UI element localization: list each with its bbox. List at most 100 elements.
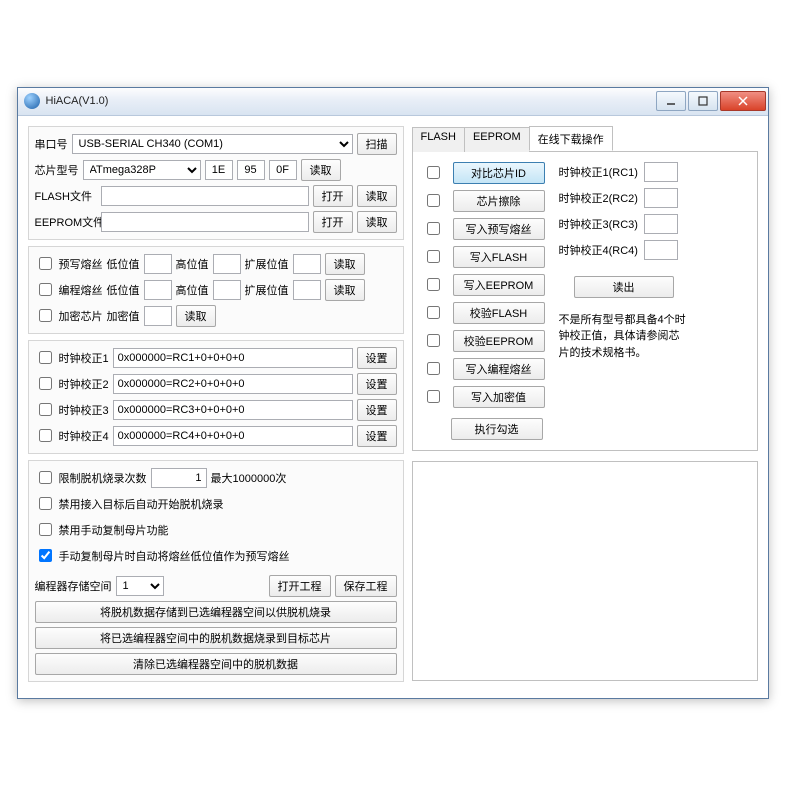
flash-file-input[interactable] xyxy=(101,186,309,206)
opt3-label: 手动复制母片时自动将熔丝低位值作为预写熔丝 xyxy=(59,548,290,564)
maximize-button[interactable] xyxy=(688,91,718,111)
prewrite-high-input[interactable] xyxy=(213,254,241,274)
save-project-button[interactable]: 保存工程 xyxy=(335,575,397,597)
store-offline-button[interactable]: 将脱机数据存储到已选编程器空间以供脱机烧录 xyxy=(35,601,397,623)
read-sig-button[interactable]: 读取 xyxy=(301,159,341,181)
limit-input[interactable] xyxy=(151,468,207,488)
rc-3-input[interactable] xyxy=(644,214,678,234)
op-6-checkbox[interactable] xyxy=(427,334,440,347)
flash-open-button[interactable]: 打开 xyxy=(313,185,353,207)
opt3-checkbox[interactable] xyxy=(39,549,52,562)
rc-2-input[interactable] xyxy=(644,188,678,208)
left-panel: 串口号 USB-SERIAL CH340 (COM1) 扫描 芯片型号 ATme… xyxy=(28,126,404,688)
eeprom-open-button[interactable]: 打开 xyxy=(313,211,353,233)
prewrite-read-button[interactable]: 读取 xyxy=(325,253,365,275)
program-fuse-checkbox[interactable] xyxy=(39,283,52,296)
sig-byte-3[interactable] xyxy=(269,160,297,180)
clear-offline-button[interactable]: 清除已选编程器空间中的脱机数据 xyxy=(35,653,397,675)
rc-read-button[interactable]: 读出 xyxy=(574,276,674,298)
scan-button[interactable]: 扫描 xyxy=(357,133,397,155)
op-8-checkbox[interactable] xyxy=(427,390,440,403)
chip-select[interactable]: ATmega328P xyxy=(83,160,201,180)
clock-1-input[interactable] xyxy=(113,348,353,368)
rc-1-label: 时钟校正1(RC1) xyxy=(559,164,638,180)
close-button[interactable] xyxy=(720,91,766,111)
tab-flash[interactable]: FLASH xyxy=(412,127,465,152)
program-fuse-label: 编程熔丝 xyxy=(59,282,103,298)
lock-value-input[interactable] xyxy=(144,306,172,326)
clock-2-set-button[interactable]: 设置 xyxy=(357,373,397,395)
clock-3-label: 时钟校正3 xyxy=(59,402,109,418)
prewrite-low-input[interactable] xyxy=(144,254,172,274)
lock-checkbox[interactable] xyxy=(39,309,52,322)
op-0-checkbox[interactable] xyxy=(427,166,440,179)
tab-eeprom[interactable]: EEPROM xyxy=(464,127,530,152)
clock-1-set-button[interactable]: 设置 xyxy=(357,347,397,369)
program-low-input[interactable] xyxy=(144,280,172,300)
opt2-checkbox[interactable] xyxy=(39,523,52,536)
op-5-checkbox[interactable] xyxy=(427,306,440,319)
op-3-checkbox[interactable] xyxy=(427,250,440,263)
clock-4-checkbox[interactable] xyxy=(39,429,52,442)
right-panel: FLASH EEPROM 在线下载操作 对比芯片ID 芯片擦除写入预写熔丝写入FL… xyxy=(412,126,758,688)
program-high-input[interactable] xyxy=(213,280,241,300)
tab-online[interactable]: 在线下载操作 xyxy=(529,126,613,151)
clock-4-input[interactable] xyxy=(113,426,353,446)
chip-label: 芯片型号 xyxy=(35,162,79,178)
op-1-checkbox[interactable] xyxy=(427,194,440,207)
ext-label: 扩展位值 xyxy=(245,256,289,272)
op-4-checkbox[interactable] xyxy=(427,278,440,291)
port-select[interactable]: USB-SERIAL CH340 (COM1) xyxy=(72,134,353,154)
open-project-button[interactable]: 打开工程 xyxy=(269,575,331,597)
op-2-button[interactable]: 写入预写熔丝 xyxy=(453,218,545,240)
program-ext-input[interactable] xyxy=(293,280,321,300)
space-select[interactable]: 1 xyxy=(116,576,164,596)
program-read-button[interactable]: 读取 xyxy=(325,279,365,301)
limit-checkbox[interactable] xyxy=(39,471,52,484)
tab-bar: FLASH EEPROM 在线下载操作 xyxy=(412,126,758,152)
op-7-button[interactable]: 写入编程熔丝 xyxy=(453,358,545,380)
rc-4-input[interactable] xyxy=(644,240,678,260)
op-6-button[interactable]: 校验EEPROM xyxy=(453,330,545,352)
op-7-checkbox[interactable] xyxy=(427,362,440,375)
op-3-button[interactable]: 写入FLASH xyxy=(453,246,545,268)
limit-label: 限制脱机烧录次数 xyxy=(59,470,147,486)
clock-4-set-button[interactable]: 设置 xyxy=(357,425,397,447)
op-5-button[interactable]: 校验FLASH xyxy=(453,302,545,324)
tab-pane-online: 对比芯片ID 芯片擦除写入预写熔丝写入FLASH 写入EEPROM 校验FLASH 校验… xyxy=(412,152,758,451)
prewrite-fuse-checkbox[interactable] xyxy=(39,257,52,270)
app-icon xyxy=(24,93,40,109)
sig-byte-1[interactable] xyxy=(205,160,233,180)
prewrite-ext-input[interactable] xyxy=(293,254,321,274)
op-1-button[interactable]: 芯片擦除 xyxy=(453,190,545,212)
opt1-checkbox[interactable] xyxy=(39,497,52,510)
client-area: 串口号 USB-SERIAL CH340 (COM1) 扫描 芯片型号 ATme… xyxy=(18,116,768,698)
minimize-button[interactable] xyxy=(656,91,686,111)
clock-3-set-button[interactable]: 设置 xyxy=(357,399,397,421)
clock-2-checkbox[interactable] xyxy=(39,377,52,390)
titlebar: HiACA(V1.0) xyxy=(18,88,768,116)
sig-byte-2[interactable] xyxy=(237,160,265,180)
op-4-button[interactable]: 写入EEPROM xyxy=(453,274,545,296)
rc-4-label: 时钟校正4(RC4) xyxy=(559,242,638,258)
lock-read-button[interactable]: 读取 xyxy=(176,305,216,327)
window-title: HiACA(V1.0) xyxy=(46,95,654,107)
rc-1-input[interactable] xyxy=(644,162,678,182)
clock-2-input[interactable] xyxy=(113,374,353,394)
execute-button[interactable]: 执行勾选 xyxy=(451,418,543,440)
op-2-checkbox[interactable] xyxy=(427,222,440,235)
op-0-button[interactable]: 对比芯片ID xyxy=(453,162,545,184)
rc-note: 不是所有型号都具备4个时钟校正值，具体请参阅芯片的技术规格书。 xyxy=(559,312,689,362)
op-8-button[interactable]: 写入加密值 xyxy=(453,386,545,408)
burn-offline-button[interactable]: 将已选编程器空间中的脱机数据烧录到目标芯片 xyxy=(35,627,397,649)
eeprom-read-button[interactable]: 读取 xyxy=(357,211,397,233)
clock-3-checkbox[interactable] xyxy=(39,403,52,416)
rc-column: 时钟校正1(RC1)时钟校正2(RC2)时钟校正3(RC3)时钟校正4(RC4)… xyxy=(559,162,689,408)
flash-read-button[interactable]: 读取 xyxy=(357,185,397,207)
high-label: 高位值 xyxy=(176,256,209,272)
clock-1-checkbox[interactable] xyxy=(39,351,52,364)
eeprom-file-input[interactable] xyxy=(101,212,309,232)
log-output[interactable] xyxy=(412,461,758,681)
clock-3-input[interactable] xyxy=(113,400,353,420)
eeprom-file-label: EEPROM文件 xyxy=(35,214,97,230)
